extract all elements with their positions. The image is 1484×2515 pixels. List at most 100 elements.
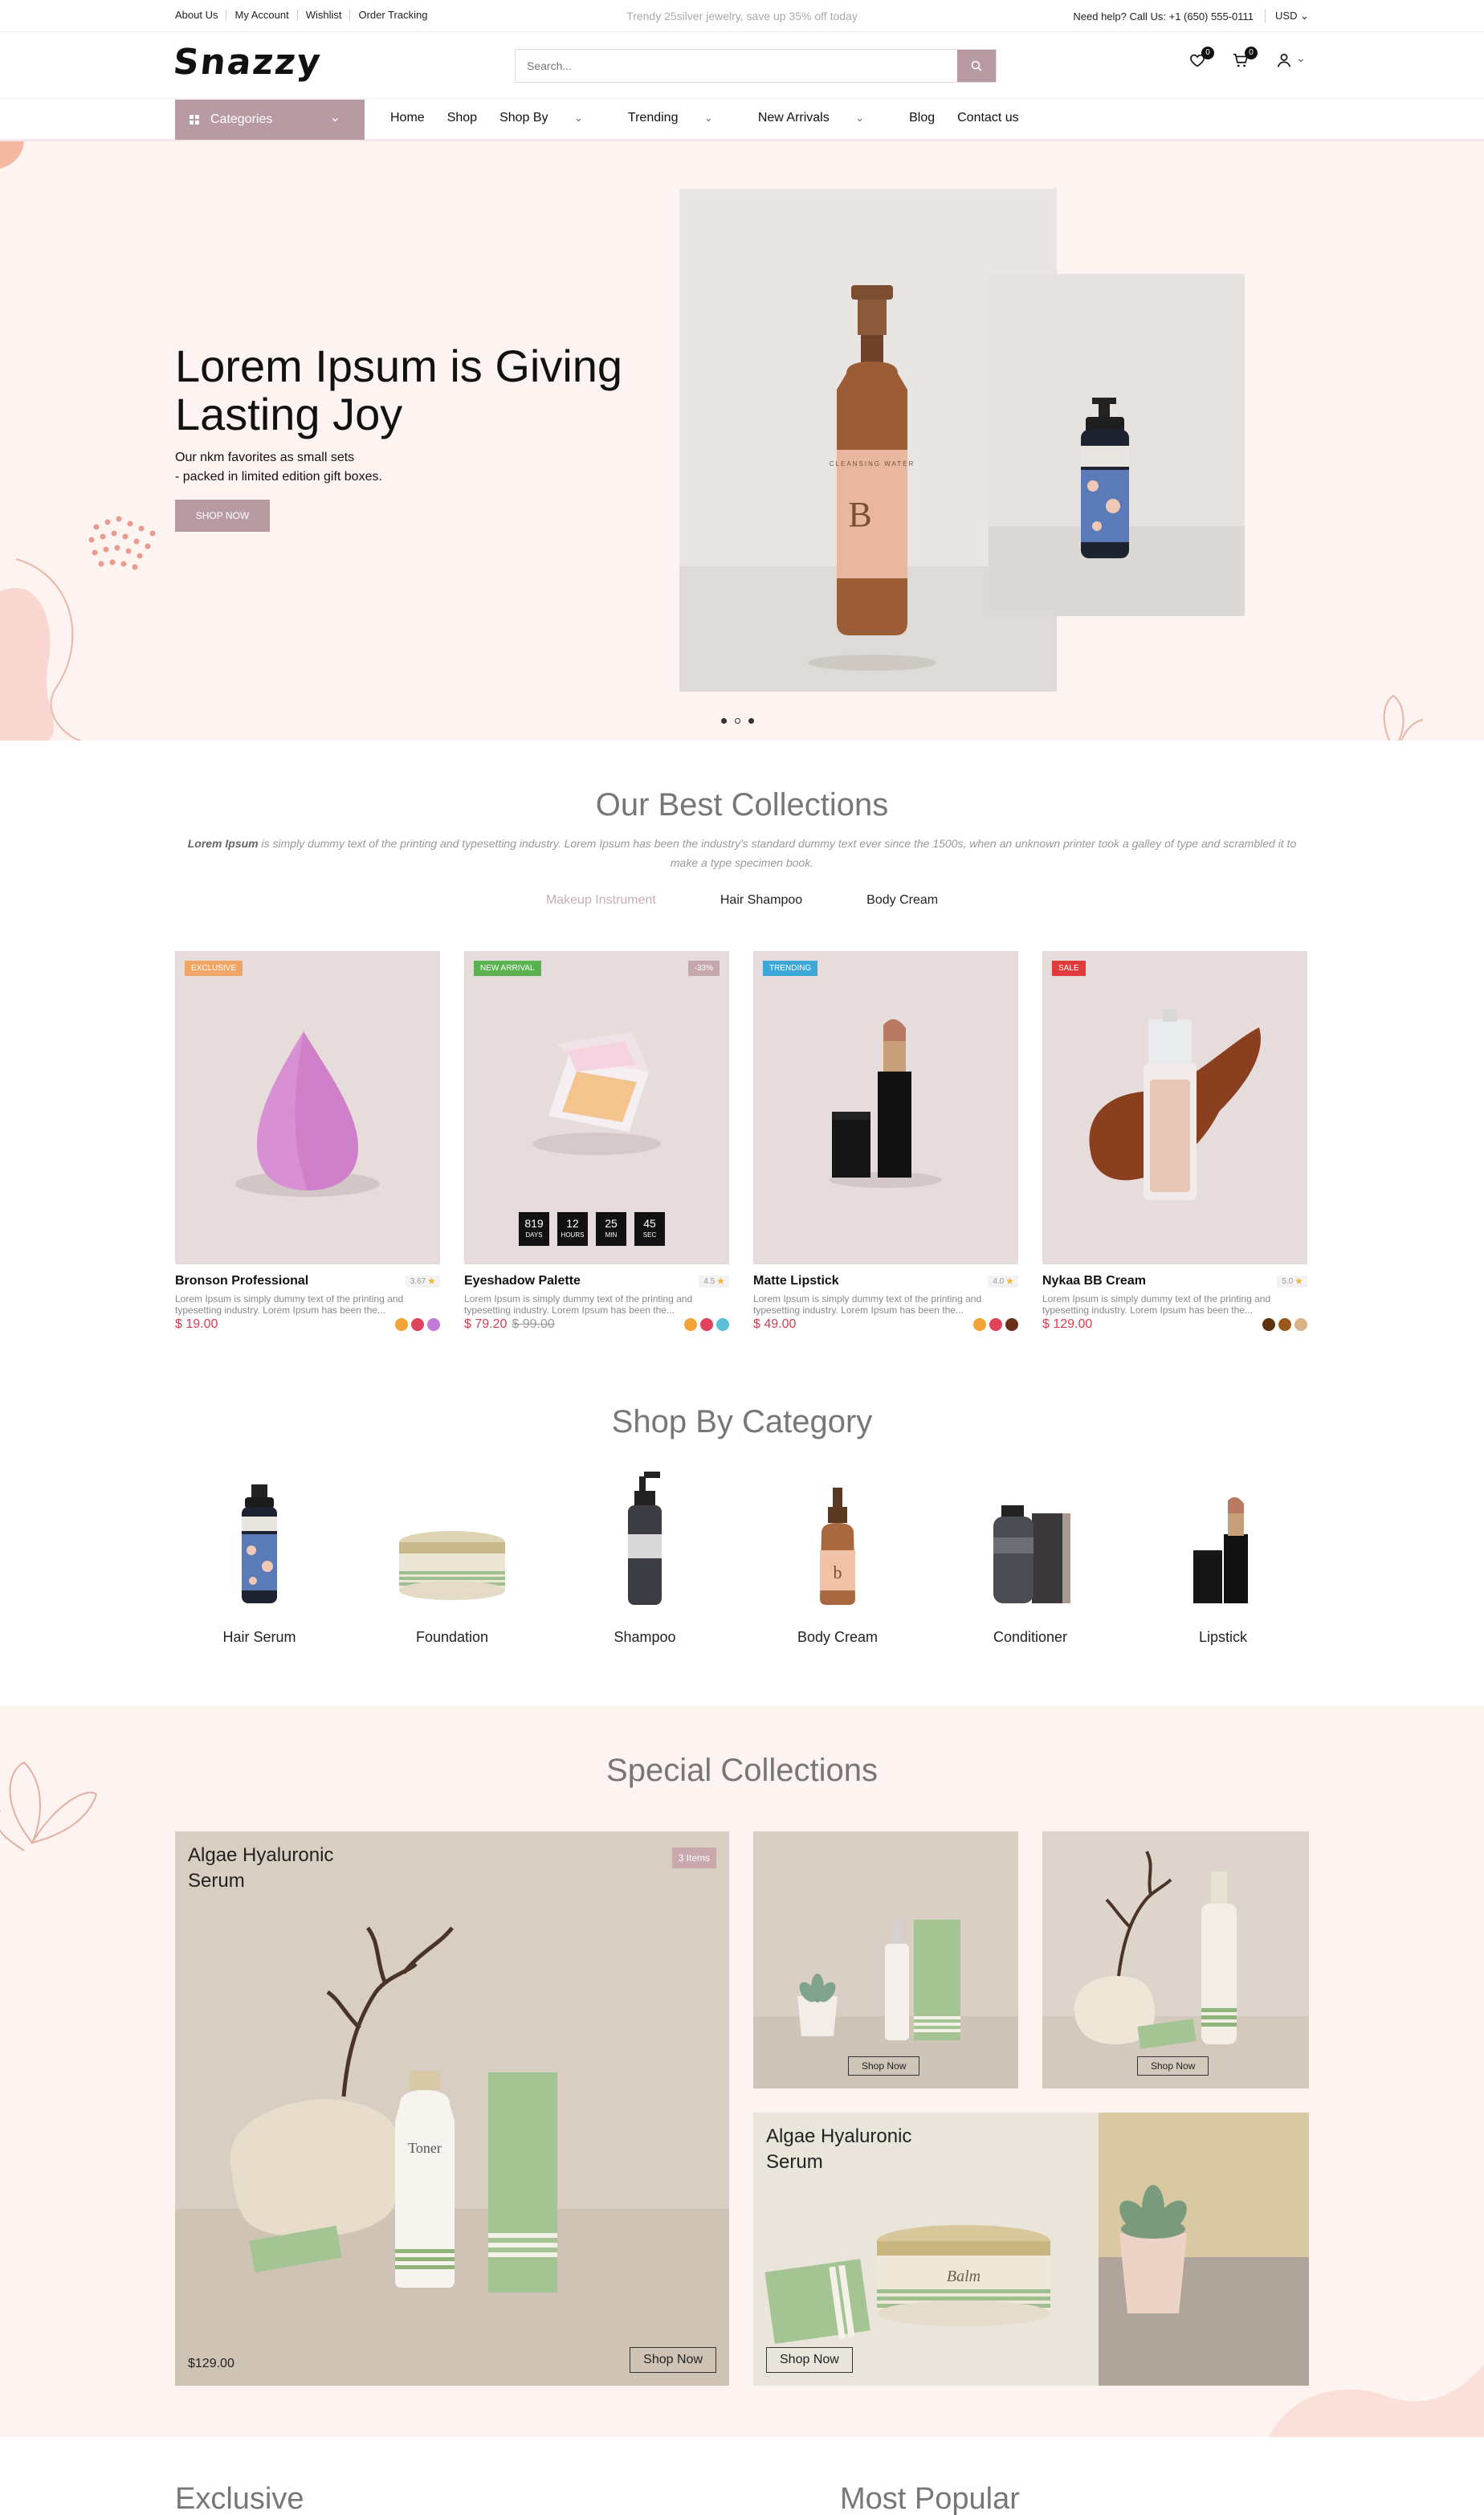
product-name[interactable]: Matte Lipstick bbox=[753, 1274, 839, 1288]
category-label: Lipstick bbox=[1198, 1629, 1248, 1645]
timer-min-value: 25 bbox=[605, 1217, 618, 1230]
color-swatch[interactable] bbox=[700, 1318, 713, 1331]
category-label: Hair Serum bbox=[222, 1629, 296, 1645]
categories-label: Categories bbox=[210, 112, 273, 126]
special-small-shop-button[interactable]: Shop Now bbox=[848, 2056, 920, 2076]
product-tag: EXCLUSIVE bbox=[185, 961, 243, 976]
grid-icon bbox=[190, 115, 199, 125]
product-rating: 4.0 ★ bbox=[988, 1275, 1018, 1288]
color-swatch[interactable] bbox=[716, 1318, 729, 1331]
product-tag: TRENDING bbox=[763, 961, 818, 976]
product-image[interactable]: NEW ARRIVAL -33% 819 DAYS 12 HOURS 25 MIN 4… bbox=[464, 951, 729, 1264]
wishlist-count: 0 bbox=[1201, 47, 1214, 59]
product-desc: Lorem Ipsum is simply dummy text of the … bbox=[464, 1293, 693, 1316]
shop-now-button[interactable]: SHOP NOW bbox=[175, 500, 270, 532]
color-swatch[interactable] bbox=[684, 1318, 697, 1331]
hero-subtitle: Our nkm favorites as small sets - packed… bbox=[175, 448, 382, 487]
categories-button[interactable]: Categories ⌄ bbox=[175, 100, 365, 140]
special-big-title: Algae Hyaluronic Serum bbox=[188, 1844, 334, 1892]
special-wide-shop-button[interactable]: Shop Now bbox=[766, 2347, 853, 2373]
product-name[interactable]: Bronson Professional bbox=[175, 1274, 308, 1288]
exclusive-title: Exclusive bbox=[175, 2482, 304, 2515]
color-swatch[interactable] bbox=[1005, 1318, 1018, 1331]
special-wide-tile[interactable]: Balm Algae Hyaluronic Serum Shop Now bbox=[753, 2113, 1309, 2386]
color-swatch[interactable] bbox=[427, 1318, 440, 1331]
svg-text:B: B bbox=[848, 495, 871, 534]
product-card[interactable]: TRENDING Matte Lipstick 4.0 ★ Lorem Ipsum… bbox=[753, 951, 1018, 1332]
color-swatch[interactable] bbox=[395, 1318, 408, 1331]
toner-image: Toner bbox=[175, 1926, 729, 2386]
logo[interactable]: Snazzy bbox=[171, 42, 324, 83]
nav-shop[interactable]: Shop bbox=[447, 111, 477, 125]
product-name[interactable]: Eyeshadow Palette bbox=[464, 1274, 581, 1288]
product-image[interactable]: SALE bbox=[1042, 951, 1307, 1264]
currency-selector[interactable]: USD ⌄ bbox=[1265, 10, 1309, 22]
product-card[interactable]: NEW ARRIVAL -33% 819 DAYS 12 HOURS 25 MIN 4… bbox=[464, 951, 729, 1332]
countdown-timer: 819 DAYS 12 HOURS 25 MIN 45 SEC bbox=[519, 1212, 665, 1246]
product-card[interactable]: EXCLUSIVE Bronson Professional 3.67 ★ Lor… bbox=[175, 951, 440, 1332]
product-image[interactable]: TRENDING bbox=[753, 951, 1018, 1264]
search-button[interactable] bbox=[957, 50, 996, 82]
color-swatch[interactable] bbox=[1262, 1318, 1275, 1331]
star-icon: ★ bbox=[428, 1276, 435, 1286]
nav-home[interactable]: Home bbox=[390, 111, 425, 125]
color-swatch[interactable] bbox=[1278, 1318, 1291, 1331]
category-item[interactable]: b Body Cream bbox=[757, 1470, 918, 1646]
color-swatch[interactable] bbox=[989, 1318, 1002, 1331]
product-desc: Lorem Ipsum is simply dummy text of the … bbox=[753, 1293, 982, 1316]
category-item[interactable]: Conditioner bbox=[950, 1470, 1111, 1646]
balm-label: Balm bbox=[947, 2268, 980, 2285]
slider-dot[interactable] bbox=[748, 718, 754, 724]
nav-shop-by[interactable]: Shop By ⌄ bbox=[499, 111, 605, 125]
slider-dot[interactable] bbox=[735, 718, 740, 724]
hero-line-1: Our nkm favorites as small sets bbox=[175, 451, 355, 464]
product-image[interactable]: EXCLUSIVE bbox=[175, 951, 440, 1264]
intro-bold: Lorem Ipsum bbox=[187, 837, 259, 850]
chevron-down-icon: ⌄ bbox=[855, 112, 865, 124]
color-swatch[interactable] bbox=[411, 1318, 424, 1331]
special-small-shop-button[interactable]: Shop Now bbox=[1137, 2056, 1209, 2076]
color-swatch[interactable] bbox=[973, 1318, 986, 1331]
timer-hours-value: 12 bbox=[566, 1217, 579, 1230]
account-button[interactable]: ⌄ bbox=[1275, 51, 1307, 71]
special-wide-title: Algae Hyaluronic Serum bbox=[766, 2125, 912, 2173]
cart-button[interactable]: 0 bbox=[1232, 47, 1258, 71]
nav-new-arrivals[interactable]: New Arrivals ⌄ bbox=[758, 111, 887, 125]
timer-sec-value: 45 bbox=[643, 1217, 656, 1230]
price-value: $ 79.20 bbox=[464, 1317, 508, 1331]
product-price: $ 79.20 $ 99.00 bbox=[464, 1317, 555, 1332]
hero-banner: Lorem Ipsum is Giving Lasting Joy Our nk… bbox=[0, 141, 1484, 741]
rating-value: 4.5 bbox=[703, 1276, 716, 1286]
timer-min-label: MIN bbox=[605, 1231, 618, 1239]
chevron-down-icon: ⌄ bbox=[329, 111, 340, 125]
special-big-shop-button[interactable]: Shop Now bbox=[630, 2347, 716, 2373]
category-item[interactable]: Hair Serum bbox=[179, 1470, 340, 1646]
nav-blog[interactable]: Blog bbox=[909, 111, 935, 125]
product-name[interactable]: Nykaa BB Cream bbox=[1042, 1274, 1146, 1288]
user-icon bbox=[1277, 53, 1291, 67]
slider-dot[interactable] bbox=[721, 718, 727, 724]
color-swatch[interactable] bbox=[1294, 1318, 1307, 1331]
tab-hair-shampoo[interactable]: Hair Shampoo bbox=[720, 893, 802, 908]
nav-contact[interactable]: Contact us bbox=[957, 111, 1018, 125]
wishlist-button[interactable]: 0 bbox=[1188, 47, 1214, 71]
price-value: $ 129.00 bbox=[1042, 1317, 1093, 1331]
nav-trending[interactable]: Trending ⌄ bbox=[628, 111, 736, 125]
product-rating: 5.0 ★ bbox=[1277, 1275, 1307, 1288]
category-label: Conditioner bbox=[993, 1629, 1068, 1645]
category-label: Body Cream bbox=[797, 1629, 879, 1645]
rating-value: 5.0 bbox=[1282, 1276, 1294, 1286]
special-small-tile[interactable]: Shop Now bbox=[1042, 1831, 1309, 2088]
product-card[interactable]: SALE Nykaa BB Cream 5.0 ★ Lorem Ipsum is … bbox=[1042, 951, 1307, 1332]
category-item[interactable]: Lipstick bbox=[1143, 1470, 1303, 1646]
timer-hours: 12 HOURS bbox=[557, 1212, 588, 1246]
header-icons: 0 0 ⌄ bbox=[1188, 47, 1307, 71]
special-small-tile[interactable]: Shop Now bbox=[753, 1831, 1018, 2088]
tab-body-cream[interactable]: Body Cream bbox=[866, 893, 938, 908]
special-big-tile[interactable]: Toner Algae Hyaluronic Serum 3 Items $12… bbox=[175, 1831, 729, 2386]
search-input[interactable] bbox=[516, 50, 957, 82]
category-item[interactable]: Shampoo bbox=[565, 1470, 725, 1646]
toner-label: Toner bbox=[408, 2140, 442, 2156]
category-item[interactable]: Foundation bbox=[372, 1470, 532, 1646]
tab-makeup-instrument[interactable]: Makeup Instrument bbox=[546, 893, 656, 908]
